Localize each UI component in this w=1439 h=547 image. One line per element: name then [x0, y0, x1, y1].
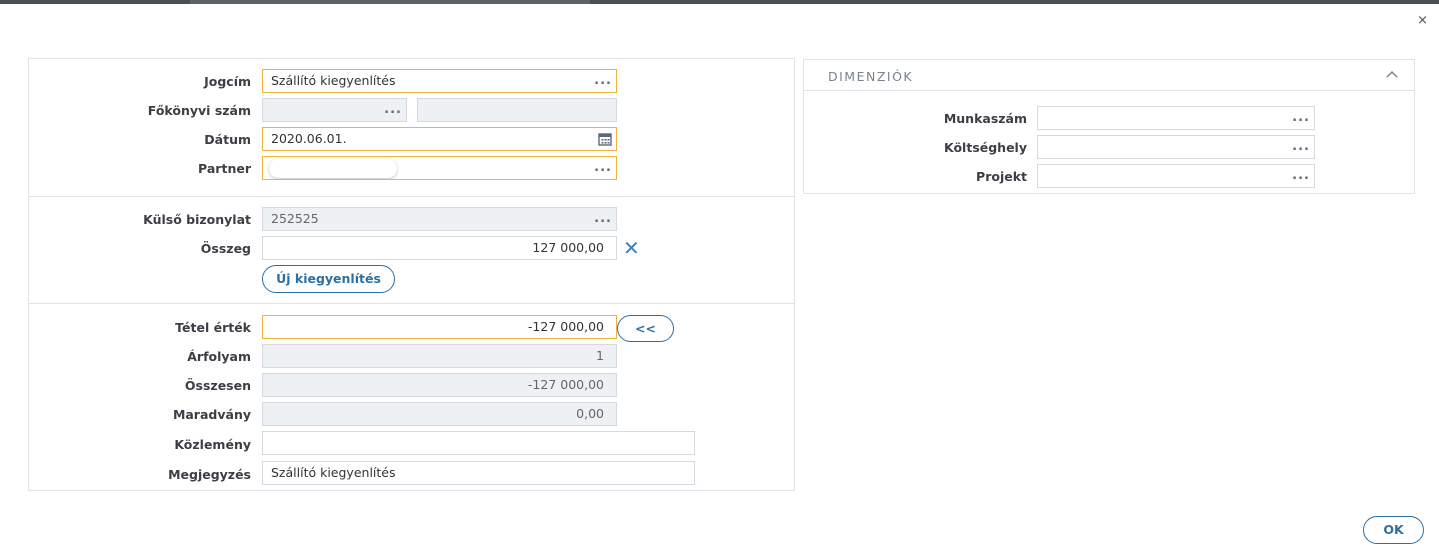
more-dots-icon[interactable]: ... [594, 70, 612, 92]
osszeg-label: Összeg [200, 241, 251, 256]
munkaszam-label: Munkaszám [943, 111, 1027, 126]
chevron-up-icon[interactable] [1386, 69, 1398, 79]
osszeg-value: 127 000,00 [532, 240, 604, 255]
more-dots-icon[interactable]: ... [384, 99, 402, 121]
more-dots-icon[interactable]: ... [594, 208, 612, 230]
maradvany-label: Maradvány [172, 407, 251, 422]
copy-value-button[interactable]: << [617, 315, 674, 342]
tetel-ertek-value: -127 000,00 [527, 319, 604, 334]
arfolyam-value: 1 [596, 348, 604, 363]
kozlemeny-label: Közlemény [174, 437, 251, 452]
dimensions-header[interactable]: DIMENZIÓK [804, 60, 1414, 91]
partner-label: Partner [198, 161, 251, 176]
clear-x-icon[interactable]: ✕ [623, 238, 640, 258]
more-dots-icon[interactable]: ... [594, 157, 612, 179]
dimensions-title: DIMENZIÓK [828, 69, 914, 84]
osszeg-field[interactable]: 127 000,00 [262, 236, 617, 260]
maradvany-value: 0,00 [576, 406, 604, 421]
megjegyzes-value: Szállító kiegyenlítés [271, 465, 396, 480]
koltseghely-label: Költséghely [944, 140, 1027, 155]
datum-label: Dátum [204, 132, 251, 147]
jogcim-value: Szállító kiegyenlítés [271, 73, 396, 88]
ok-button[interactable]: OK [1363, 516, 1424, 544]
maradvany-field: 0,00 [262, 402, 617, 426]
projekt-label: Projekt [976, 169, 1027, 184]
kulso-bizonylat-label: Külső bizonylat [143, 212, 251, 227]
section-divider [29, 196, 794, 197]
jogcim-field[interactable]: Szállító kiegyenlítés ... [262, 69, 617, 93]
munkaszam-field[interactable]: ... [1037, 106, 1315, 130]
megjegyzes-field[interactable]: Szállító kiegyenlítés [262, 461, 695, 485]
tetel-ertek-label: Tétel érték [175, 320, 251, 335]
fokonyvi-field[interactable]: ... [262, 98, 407, 122]
datum-value: 2020.06.01. [271, 131, 347, 146]
kulso-bizonylat-field[interactable]: 252525 ... [262, 207, 617, 231]
datum-field[interactable]: 2020.06.01. [262, 127, 617, 151]
more-dots-icon[interactable]: ... [1292, 107, 1310, 129]
jogcim-label: Jogcím [204, 74, 251, 89]
tetel-ertek-field[interactable]: -127 000,00 [262, 315, 617, 339]
window-top-bar-segment [190, 0, 590, 4]
arfolyam-field: 1 [262, 344, 617, 368]
projekt-field[interactable]: ... [1037, 164, 1315, 188]
fokonyvi-name-field [417, 98, 617, 122]
close-icon[interactable]: × [1417, 14, 1428, 27]
osszesen-field: -127 000,00 [262, 373, 617, 397]
partner-field[interactable]: ... [262, 156, 617, 180]
osszesen-label: Összesen [184, 378, 251, 393]
megjegyzes-label: Megjegyzés [168, 467, 251, 482]
kulso-bizonylat-value: 252525 [271, 211, 319, 226]
osszesen-value: -127 000,00 [527, 377, 604, 392]
main-form-panel [28, 58, 795, 491]
section-divider [29, 303, 794, 304]
new-settlement-button[interactable]: Új kiegyenlítés [262, 265, 395, 293]
window-top-bar [0, 0, 1439, 4]
fokonyvi-label: Főkönyvi szám [147, 103, 251, 118]
arfolyam-label: Árfolyam [187, 349, 251, 364]
partner-chip[interactable] [269, 159, 397, 178]
more-dots-icon[interactable]: ... [1292, 136, 1310, 158]
more-dots-icon[interactable]: ... [1292, 165, 1310, 187]
kozlemeny-field[interactable] [262, 431, 695, 455]
calendar-icon[interactable] [598, 132, 612, 146]
koltseghely-field[interactable]: ... [1037, 135, 1315, 159]
